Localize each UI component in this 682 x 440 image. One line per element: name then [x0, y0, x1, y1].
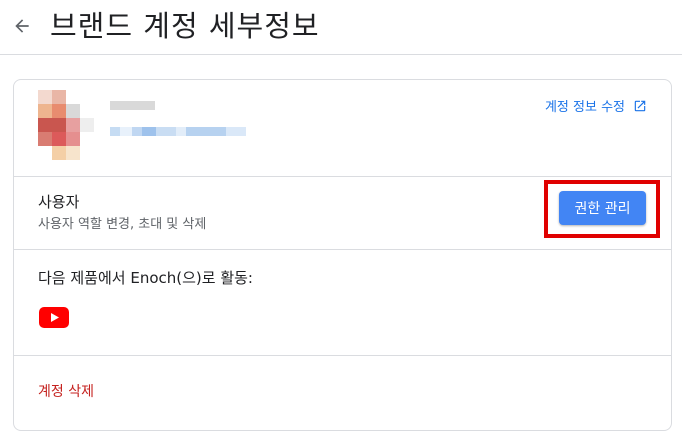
avatar-pixel: [80, 132, 94, 146]
email-blur-block: [186, 127, 226, 136]
users-section: 사용자 사용자 역할 변경, 초대 및 삭제 권한 관리: [14, 177, 671, 250]
avatar-pixel: [52, 118, 66, 132]
avatar-pixel: [80, 146, 94, 160]
email-blur-block: [156, 127, 176, 136]
avatar-pixel: [38, 146, 52, 160]
edit-account-info-label: 계정 정보 수정: [544, 100, 625, 115]
avatar-pixel: [52, 132, 66, 146]
avatar-pixel: [38, 132, 52, 146]
open-in-new-icon: [634, 100, 646, 111]
email-blur-block: [226, 127, 246, 136]
email-blur-block: [120, 127, 132, 136]
avatar-pixel: [38, 90, 52, 104]
manage-permissions-button[interactable]: 권한 관리: [559, 191, 646, 225]
page-title: 브랜드 계정 세부정보: [50, 9, 320, 43]
avatar-pixel: [52, 104, 66, 118]
account-details-card: 계정 정보 수정 사용자 사용자 역할 변경, 초대 및 삭제 권한 관리 다음…: [13, 79, 672, 431]
blurred-account-name: [110, 101, 155, 110]
avatar-pixel: [80, 118, 94, 132]
email-blur-block: [176, 127, 186, 136]
avatar-pixel: [66, 104, 80, 118]
avatar-pixel: [66, 146, 80, 160]
top-bar: 브랜드 계정 세부정보: [0, 0, 682, 55]
avatar-pixel: [38, 118, 52, 132]
avatar-pixel: [66, 132, 80, 146]
edit-account-info-link[interactable]: 계정 정보 수정: [545, 96, 647, 115]
products-section: 다음 제품에서 Enoch(으)로 활동:: [14, 250, 671, 356]
delete-account-link[interactable]: 계정 삭제: [38, 381, 94, 401]
avatar-pixel: [80, 104, 94, 118]
products-label: 다음 제품에서 Enoch(으)로 활동:: [38, 269, 253, 287]
avatar-pixel: [66, 118, 80, 132]
profile-section: 계정 정보 수정: [14, 80, 671, 177]
delete-section: 계정 삭제: [14, 356, 671, 430]
arrow-left-icon: [15, 19, 29, 33]
avatar-pixel: [80, 90, 94, 104]
email-blur-block: [110, 127, 120, 136]
avatar-pixel: [52, 90, 66, 104]
email-blur-block: [132, 127, 142, 136]
avatar-pixel: [52, 146, 66, 160]
avatar: [38, 90, 94, 160]
avatar-pixel: [66, 90, 80, 104]
avatar-pixel: [38, 104, 52, 118]
email-blur-block: [142, 127, 156, 136]
back-button[interactable]: [8, 12, 36, 40]
youtube-icon[interactable]: [39, 307, 69, 328]
blurred-account-email: [110, 127, 246, 136]
users-subtitle: 사용자 역할 변경, 초대 및 삭제: [38, 217, 207, 232]
users-title: 사용자: [38, 193, 80, 211]
